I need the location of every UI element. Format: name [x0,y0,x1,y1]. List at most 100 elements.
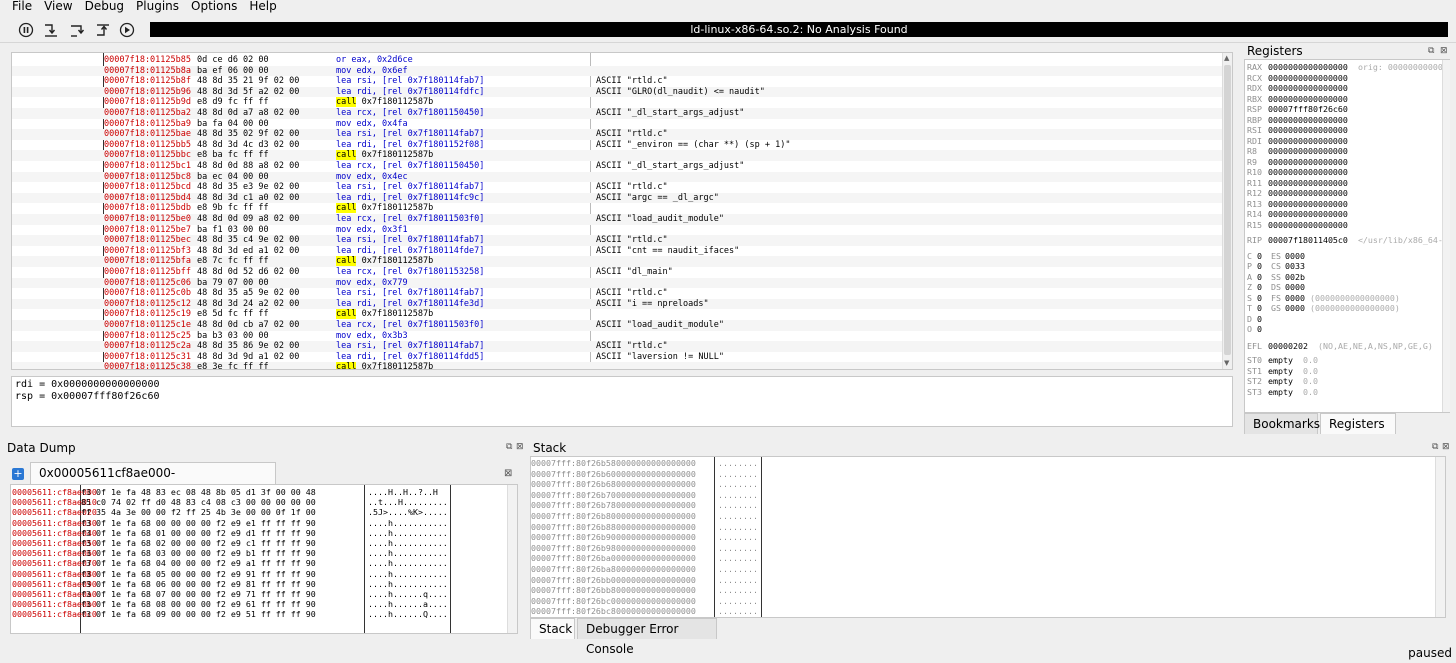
dump-row[interactable]: 00005611:cf8ae040 f3 0f 1e fa 68 01 00 00… [11,528,501,538]
float-icon[interactable]: ⧉ [1428,46,1434,56]
register-row[interactable]: EFL 00000202 (NO,AE,NE,A,NS,NP,GE,G) [1247,341,1433,352]
close-icon[interactable]: ⊠ [1442,442,1450,452]
stack-row[interactable]: 00007fff:80f26b98 0000000000000000.......… [531,543,1431,554]
stack-row[interactable]: 00007fff:80f26b78 0000000000000000.......… [531,500,1431,511]
stack-view[interactable]: 00007fff:80f26b58 0000000000000000.......… [530,456,1446,618]
stack-row[interactable]: 00007fff:80f26ba8 0000000000000000.......… [531,564,1431,575]
stack-row[interactable]: 00007fff:80f26bb8 0000000000000000.......… [531,585,1431,596]
register-row[interactable]: ST1 empty 0.0 [1247,366,1318,377]
stack-row[interactable]: 00007fff:80f26b80 0000000000000000.......… [531,511,1431,522]
add-tab-icon[interactable]: + [12,468,24,480]
stack-row[interactable]: 00007fff:80f26bc8 0000000000000000.......… [531,606,1431,617]
register-row[interactable]: R12 0000000000000000 [1247,188,1358,199]
dump-row[interactable]: 00005611:cf8ae030 f3 0f 1e fa 68 00 00 00… [11,518,501,528]
tab-bookmarks[interactable]: Bookmarks [1244,413,1320,434]
close-icon[interactable]: ⊠ [1440,46,1448,56]
flag-row[interactable]: Z 0 DS 0000 [1247,282,1310,293]
register-row[interactable]: RBX 0000000000000000 [1247,94,1358,105]
stack-row[interactable]: 00007fff:80f26b58 0000000000000000.......… [531,458,1431,469]
disasm-row[interactable]: 00007f18:01125bbc e8 ba fc ff ff call 0x7f… [12,150,1222,161]
disasm-row[interactable]: 00007f18:01125c12 48 8d 3d 24 a2 02 00 lea… [12,298,1222,310]
dump-row[interactable]: 00005611:cf8ae020 ff 35 4a 3e 00 00 f2 ff… [11,507,501,517]
stack-scrollbar[interactable] [1435,457,1445,617]
menu-file[interactable]: File [12,0,32,13]
register-row[interactable]: ST0 empty 0.0 [1247,355,1318,366]
disasm-row[interactable]: 00007f18:01125ba9 ba fa 04 00 00 mov edx, … [12,119,1222,130]
dump-row[interactable]: 00005611:cf8ae010 85 c0 74 02 ff d0 48 83… [11,497,501,507]
float-icon[interactable]: ⧉ [1432,442,1438,452]
register-row[interactable]: R14 0000000000000000 [1247,209,1358,220]
disasm-scrollbar[interactable]: ▲ ▼ [1222,53,1232,369]
disassembly-view[interactable]: 00007f18:01125b85 0d ce d6 02 00 or eax, 0… [11,52,1233,370]
menu-debug[interactable]: Debug [85,0,124,13]
dump-row[interactable]: 00005611:cf8ae0b0 f3 0f 1e fa 68 08 00 00… [11,599,501,609]
dump-row[interactable]: 00005611:cf8ae090 f3 0f 1e fa 68 06 00 00… [11,579,501,589]
flag-row[interactable]: O0 [1247,324,1290,335]
menu-view[interactable]: View [44,0,72,13]
scroll-up-icon[interactable]: ▲ [1224,55,1231,62]
stack-row[interactable]: 00007fff:80f26bb0 0000000000000000.......… [531,575,1431,586]
disasm-row[interactable]: 00007f18:01125c1e 48 8d 0d cb a7 02 00 lea… [12,320,1222,331]
tab-registers[interactable]: Registers [1320,413,1396,434]
disasm-row[interactable]: 00007f18:01125c38 e8 3e fc ff ff call 0x7f… [12,362,1222,369]
dump-row[interactable]: 00005611:cf8ae0a0 f3 0f 1e fa 68 07 00 00… [11,589,501,599]
step-out-button[interactable] [94,21,112,39]
disasm-row[interactable]: 00007f18:01125c0b 48 8d 35 a5 9e 02 00 lea… [12,288,1222,299]
tab-stack[interactable]: Stack [530,618,575,639]
stack-row[interactable]: 00007fff:80f26b60 0000000000000000.......… [531,469,1431,480]
flag-row[interactable]: D0 [1247,314,1290,325]
dump-row[interactable]: 00005611:cf8ae050 f3 0f 1e fa 68 02 00 00… [11,538,501,548]
register-row[interactable]: RDI 0000000000000000 [1247,136,1358,147]
disasm-row[interactable]: 00007f18:01125be0 48 8d 0d 09 a8 02 00 lea… [12,214,1222,225]
register-row[interactable]: R11 0000000000000000 [1247,178,1358,189]
float-icon[interactable]: ⧉ [506,442,512,452]
disasm-row[interactable]: 00007f18:01125c31 48 8d 3d 9d a1 02 00 lea… [12,352,1222,363]
stack-row[interactable]: 00007fff:80f26b90 0000000000000000.......… [531,532,1431,543]
register-row[interactable]: RSP 00007fff80f26c60 [1247,104,1358,115]
menu-help[interactable]: Help [249,0,276,13]
close-icon[interactable]: ⊠ [516,442,524,452]
data-dump-scrollbar[interactable] [507,485,517,633]
register-row[interactable]: RAX 0000000000000000 orig: 00000000000 [1247,62,1443,73]
menu-plugins[interactable]: Plugins [136,0,179,13]
register-row[interactable]: RCX 0000000000000000 [1247,73,1358,84]
register-row[interactable]: R8 0000000000000000 [1247,146,1358,157]
stack-row[interactable]: 00007fff:80f26b88 0000000000000000.......… [531,522,1431,533]
menu-options[interactable]: Options [191,0,237,13]
data-dump-view[interactable]: 00005611:cf8ae000 f3 0f 1e fa 48 83 ec 08… [10,484,518,634]
disasm-row[interactable]: 00007f18:01125b8f 48 8d 35 21 9f 02 00 lea… [12,76,1222,87]
register-row[interactable]: R10 0000000000000000 [1247,167,1358,178]
register-row[interactable]: RBP 0000000000000000 [1247,115,1358,126]
disasm-row[interactable]: 00007f18:01125b9d e8 d9 fc ff ff call 0x7f… [12,97,1222,108]
pause-button[interactable] [17,21,35,39]
disasm-row[interactable]: 00007f18:01125c06 ba 79 07 00 00 mov edx, … [12,277,1222,289]
stack-row[interactable]: 00007fff:80f26ba0 0000000000000000.......… [531,553,1431,564]
flag-row[interactable]: S 0 FS 0000 (0000000000000000) [1247,293,1400,304]
disasm-row[interactable]: 00007f18:01125bae 48 8d 35 02 9f 02 00 lea… [12,129,1222,140]
stack-row[interactable]: 00007fff:80f26b68 0000000000000000.......… [531,479,1431,490]
register-row[interactable]: R9 0000000000000000 [1247,157,1358,168]
registers-view[interactable]: RAX 0000000000000000 orig: 00000000000 RCX… [1244,59,1450,413]
registers-scrollbar[interactable] [1442,60,1450,412]
register-row[interactable]: RIP 00007f18011405c0 </usr/lib/x86_64- [1247,235,1443,246]
dump-row[interactable]: 00005611:cf8ae0c0 f3 0f 1e fa 68 09 00 00… [11,609,501,619]
tab-debugger-error-console[interactable]: Debugger Error Console [577,618,717,656]
disasm-row[interactable]: 00007f18:01125bd4 48 8d 3d c1 a0 02 00 lea… [12,192,1222,204]
disasm-row[interactable]: 00007f18:01125be7 ba f1 03 00 00 mov edx, … [12,225,1222,236]
disasm-row[interactable]: 00007f18:01125b85 0d ce d6 02 00 or eax, 0… [12,55,1222,66]
dump-row[interactable]: 00005611:cf8ae070 f3 0f 1e fa 68 04 00 00… [11,558,501,568]
disasm-row[interactable]: 00007f18:01125c25 ba b3 03 00 00 mov edx, … [12,331,1222,342]
disasm-row[interactable]: 00007f18:01125bec 48 8d 35 c4 9e 02 00 lea… [12,235,1222,246]
run-button[interactable] [118,21,136,39]
register-row[interactable]: RDX 0000000000000000 [1247,83,1358,94]
dump-row[interactable]: 00005611:cf8ae080 f3 0f 1e fa 68 05 00 00… [11,569,501,579]
register-row[interactable]: R15 0000000000000000 [1247,220,1358,231]
disasm-row[interactable]: 00007f18:01125b96 48 8d 3d 5f a2 02 00 lea… [12,86,1222,98]
disasm-row[interactable]: 00007f18:01125b8a ba ef 06 00 00 mov edx, … [12,65,1222,77]
flag-row[interactable]: A 0 SS 002b [1247,272,1310,283]
close-tab-icon[interactable]: ⊠ [504,468,512,479]
step-over-button[interactable] [68,21,86,39]
flag-row[interactable]: T 0 GS 0000 (0000000000000000) [1247,303,1400,314]
disasm-row[interactable]: 00007f18:01125bb5 48 8d 3d 4c d3 02 00 lea… [12,140,1222,151]
disasm-row[interactable]: 00007f18:01125ba2 48 8d 0d a7 a8 02 00 lea… [12,108,1222,119]
